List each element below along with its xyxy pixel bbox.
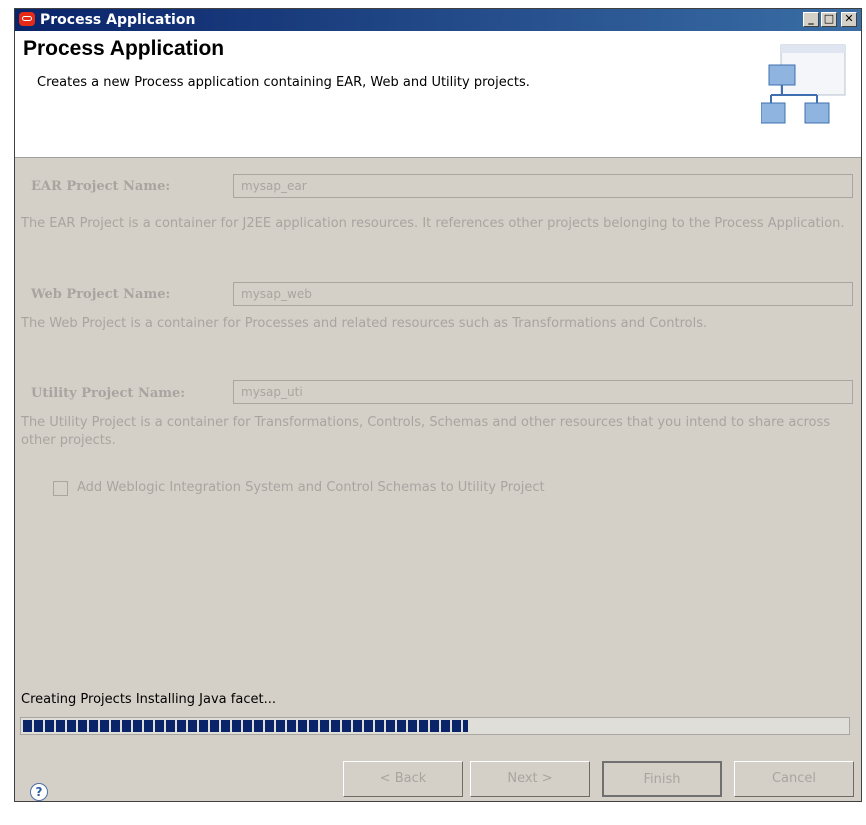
project-hierarchy-icon	[761, 44, 846, 124]
ear-project-description: The EAR Project is a container for J2EE …	[21, 216, 845, 231]
maximize-button[interactable]: □	[821, 12, 837, 27]
oracle-app-icon	[19, 12, 35, 26]
web-project-name-field[interactable]: mysap_web	[233, 282, 853, 306]
web-project-description: The Web Project is a container for Proce…	[21, 316, 708, 331]
ear-project-name-label: EAR Project Name:	[31, 179, 171, 194]
progress-bar-fill	[23, 720, 468, 732]
cancel-button[interactable]: Cancel	[734, 761, 854, 797]
utility-project-name-label: Utility Project Name:	[31, 386, 186, 401]
title-bar: Process Application _ □ ✕	[15, 9, 861, 31]
utility-project-name-field[interactable]: mysap_uti	[233, 380, 853, 404]
page-description: Creates a new Process application contai…	[37, 75, 530, 90]
minimize-button[interactable]: _	[803, 12, 819, 27]
wizard-window: Process Application _ □ ✕ Process Applic…	[14, 8, 862, 802]
wizard-header: Process Application Creates a new Proces…	[15, 31, 861, 158]
back-button[interactable]: < Back	[343, 761, 463, 797]
finish-button[interactable]: Finish	[602, 761, 722, 797]
add-schemas-checkbox[interactable]	[53, 481, 68, 496]
progress-status-text: Creating Projects Installing Java facet.…	[21, 692, 276, 707]
add-schemas-label: Add Weblogic Integration System and Cont…	[77, 480, 545, 495]
utility-project-description: The Utility Project is a container for T…	[21, 415, 831, 448]
progress-bar	[20, 717, 850, 735]
next-button[interactable]: Next >	[470, 761, 590, 797]
ear-project-name-field[interactable]: mysap_ear	[233, 174, 853, 198]
window-title: Process Application	[40, 12, 196, 28]
web-project-name-label: Web Project Name:	[31, 287, 171, 302]
close-button[interactable]: ✕	[841, 12, 857, 27]
help-icon[interactable]: ?	[30, 783, 48, 801]
page-title: Process Application	[23, 37, 225, 60]
